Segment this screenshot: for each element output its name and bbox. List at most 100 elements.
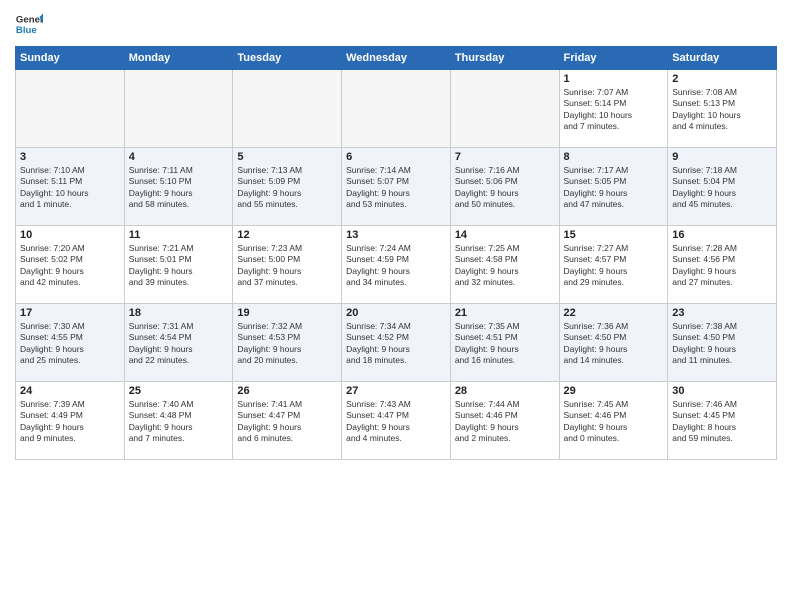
day-info: Sunrise: 7:35 AM Sunset: 4:51 PM Dayligh… [455,321,555,367]
day-info: Sunrise: 7:18 AM Sunset: 5:04 PM Dayligh… [672,165,772,211]
day-info: Sunrise: 7:08 AM Sunset: 5:13 PM Dayligh… [672,87,772,133]
calendar-cell: 21Sunrise: 7:35 AM Sunset: 4:51 PM Dayli… [450,304,559,382]
day-info: Sunrise: 7:20 AM Sunset: 5:02 PM Dayligh… [20,243,120,289]
calendar-cell: 23Sunrise: 7:38 AM Sunset: 4:50 PM Dayli… [668,304,777,382]
calendar-cell [124,70,233,148]
calendar-cell: 16 Sunrise: 7:28 AM Sunset: 4:56 PM Dayli… [668,226,777,304]
day-info: Sunrise: 7:16 AM Sunset: 5:06 PM Dayligh… [455,165,555,211]
day-info: Sunrise: 7:31 AM Sunset: 4:54 PM Dayligh… [129,321,229,367]
calendar-cell: 9Sunrise: 7:18 AM Sunset: 5:04 PM Daylig… [668,148,777,226]
day-info: Sunrise: 7:34 AM Sunset: 4:52 PM Dayligh… [346,321,446,367]
day-info: Sunrise: 7:10 AM Sunset: 5:11 PM Dayligh… [20,165,120,211]
calendar-cell: 26Sunrise: 7:41 AM Sunset: 4:47 PM Dayli… [233,382,342,460]
calendar-body: 1 Sunrise: 7:07 AM Sunset: 5:14 PM Daylig… [16,70,777,460]
day-info: Sunrise: 7:23 AM Sunset: 5:00 PM Dayligh… [237,243,337,289]
day-info: Sunrise: 7:07 AM Sunset: 5:14 PM Dayligh… [564,87,664,133]
calendar-cell: 27 Sunrise: 7:43 AM Sunset: 4:47 PM Dayli… [342,382,451,460]
calendar-cell: 14 Sunrise: 7:25 AM Sunset: 4:58 PM Dayli… [450,226,559,304]
weekday-tuesday: Tuesday [233,47,342,70]
calendar-cell: 17Sunrise: 7:30 AM Sunset: 4:55 PM Dayli… [16,304,125,382]
svg-text:General: General [16,14,43,25]
day-number: 22 [564,307,664,319]
calendar-cell: 22 Sunrise: 7:36 AM Sunset: 4:50 PM Dayli… [559,304,668,382]
day-info: Sunrise: 7:14 AM Sunset: 5:07 PM Dayligh… [346,165,446,211]
day-number: 16 [672,229,772,241]
calendar-cell: 10 Sunrise: 7:20 AM Sunset: 5:02 PM Dayli… [16,226,125,304]
calendar-cell: 2 Sunrise: 7:08 AM Sunset: 5:13 PM Daylig… [668,70,777,148]
calendar-cell: 20 Sunrise: 7:34 AM Sunset: 4:52 PM Dayli… [342,304,451,382]
calendar-cell: 19Sunrise: 7:32 AM Sunset: 4:53 PM Dayli… [233,304,342,382]
day-info: Sunrise: 7:28 AM Sunset: 4:56 PM Dayligh… [672,243,772,289]
day-info: Sunrise: 7:44 AM Sunset: 4:46 PM Dayligh… [455,399,555,445]
day-info: Sunrise: 7:36 AM Sunset: 4:50 PM Dayligh… [564,321,664,367]
day-number: 10 [20,229,120,241]
calendar-cell: 29Sunrise: 7:45 AM Sunset: 4:46 PM Dayli… [559,382,668,460]
calendar-cell: 12 Sunrise: 7:23 AM Sunset: 5:00 PM Dayli… [233,226,342,304]
calendar-cell: 5 Sunrise: 7:13 AM Sunset: 5:09 PM Daylig… [233,148,342,226]
day-number: 24 [20,385,120,397]
day-number: 4 [129,151,229,163]
header: General Blue [15,10,777,38]
day-number: 13 [346,229,446,241]
calendar-cell [233,70,342,148]
day-info: Sunrise: 7:27 AM Sunset: 4:57 PM Dayligh… [564,243,664,289]
day-number: 20 [346,307,446,319]
weekday-sunday: Sunday [16,47,125,70]
day-info: Sunrise: 7:46 AM Sunset: 4:45 PM Dayligh… [672,399,772,445]
week-row-5: 24 Sunrise: 7:39 AM Sunset: 4:49 PM Dayli… [16,382,777,460]
day-number: 19 [237,307,337,319]
day-info: Sunrise: 7:17 AM Sunset: 5:05 PM Dayligh… [564,165,664,211]
day-number: 5 [237,151,337,163]
day-info: Sunrise: 7:43 AM Sunset: 4:47 PM Dayligh… [346,399,446,445]
day-number: 18 [129,307,229,319]
day-number: 30 [672,385,772,397]
weekday-saturday: Saturday [668,47,777,70]
calendar-cell: 8 Sunrise: 7:17 AM Sunset: 5:05 PM Daylig… [559,148,668,226]
day-info: Sunrise: 7:13 AM Sunset: 5:09 PM Dayligh… [237,165,337,211]
day-number: 23 [672,307,772,319]
logo-icon: General Blue [15,10,43,38]
weekday-monday: Monday [124,47,233,70]
calendar-cell [342,70,451,148]
day-info: Sunrise: 7:21 AM Sunset: 5:01 PM Dayligh… [129,243,229,289]
calendar-cell: 4Sunrise: 7:11 AM Sunset: 5:10 PM Daylig… [124,148,233,226]
week-row-2: 3 Sunrise: 7:10 AM Sunset: 5:11 PM Daylig… [16,148,777,226]
day-number: 7 [455,151,555,163]
day-number: 2 [672,73,772,85]
day-number: 27 [346,385,446,397]
week-row-1: 1 Sunrise: 7:07 AM Sunset: 5:14 PM Daylig… [16,70,777,148]
weekday-thursday: Thursday [450,47,559,70]
calendar: SundayMondayTuesdayWednesdayThursdayFrid… [15,46,777,460]
calendar-cell: 30 Sunrise: 7:46 AM Sunset: 4:45 PM Dayli… [668,382,777,460]
day-info: Sunrise: 7:25 AM Sunset: 4:58 PM Dayligh… [455,243,555,289]
calendar-cell: 15 Sunrise: 7:27 AM Sunset: 4:57 PM Dayli… [559,226,668,304]
calendar-cell: 7 Sunrise: 7:16 AM Sunset: 5:06 PM Daylig… [450,148,559,226]
calendar-cell: 11 Sunrise: 7:21 AM Sunset: 5:01 PM Dayli… [124,226,233,304]
day-number: 29 [564,385,664,397]
day-number: 11 [129,229,229,241]
weekday-header: SundayMondayTuesdayWednesdayThursdayFrid… [16,47,777,70]
day-number: 25 [129,385,229,397]
day-info: Sunrise: 7:24 AM Sunset: 4:59 PM Dayligh… [346,243,446,289]
svg-text:Blue: Blue [16,25,37,36]
calendar-cell: 1 Sunrise: 7:07 AM Sunset: 5:14 PM Daylig… [559,70,668,148]
day-number: 15 [564,229,664,241]
day-info: Sunrise: 7:40 AM Sunset: 4:48 PM Dayligh… [129,399,229,445]
weekday-friday: Friday [559,47,668,70]
calendar-cell: 25 Sunrise: 7:40 AM Sunset: 4:48 PM Dayli… [124,382,233,460]
day-info: Sunrise: 7:39 AM Sunset: 4:49 PM Dayligh… [20,399,120,445]
day-number: 12 [237,229,337,241]
logo: General Blue [15,10,43,38]
day-number: 6 [346,151,446,163]
day-number: 1 [564,73,664,85]
day-number: 8 [564,151,664,163]
day-number: 28 [455,385,555,397]
day-number: 14 [455,229,555,241]
day-number: 3 [20,151,120,163]
day-number: 26 [237,385,337,397]
day-info: Sunrise: 7:30 AM Sunset: 4:55 PM Dayligh… [20,321,120,367]
calendar-cell: 13 Sunrise: 7:24 AM Sunset: 4:59 PM Dayli… [342,226,451,304]
calendar-cell: 18 Sunrise: 7:31 AM Sunset: 4:54 PM Dayli… [124,304,233,382]
week-row-3: 10 Sunrise: 7:20 AM Sunset: 5:02 PM Dayli… [16,226,777,304]
calendar-cell: 28 Sunrise: 7:44 AM Sunset: 4:46 PM Dayli… [450,382,559,460]
